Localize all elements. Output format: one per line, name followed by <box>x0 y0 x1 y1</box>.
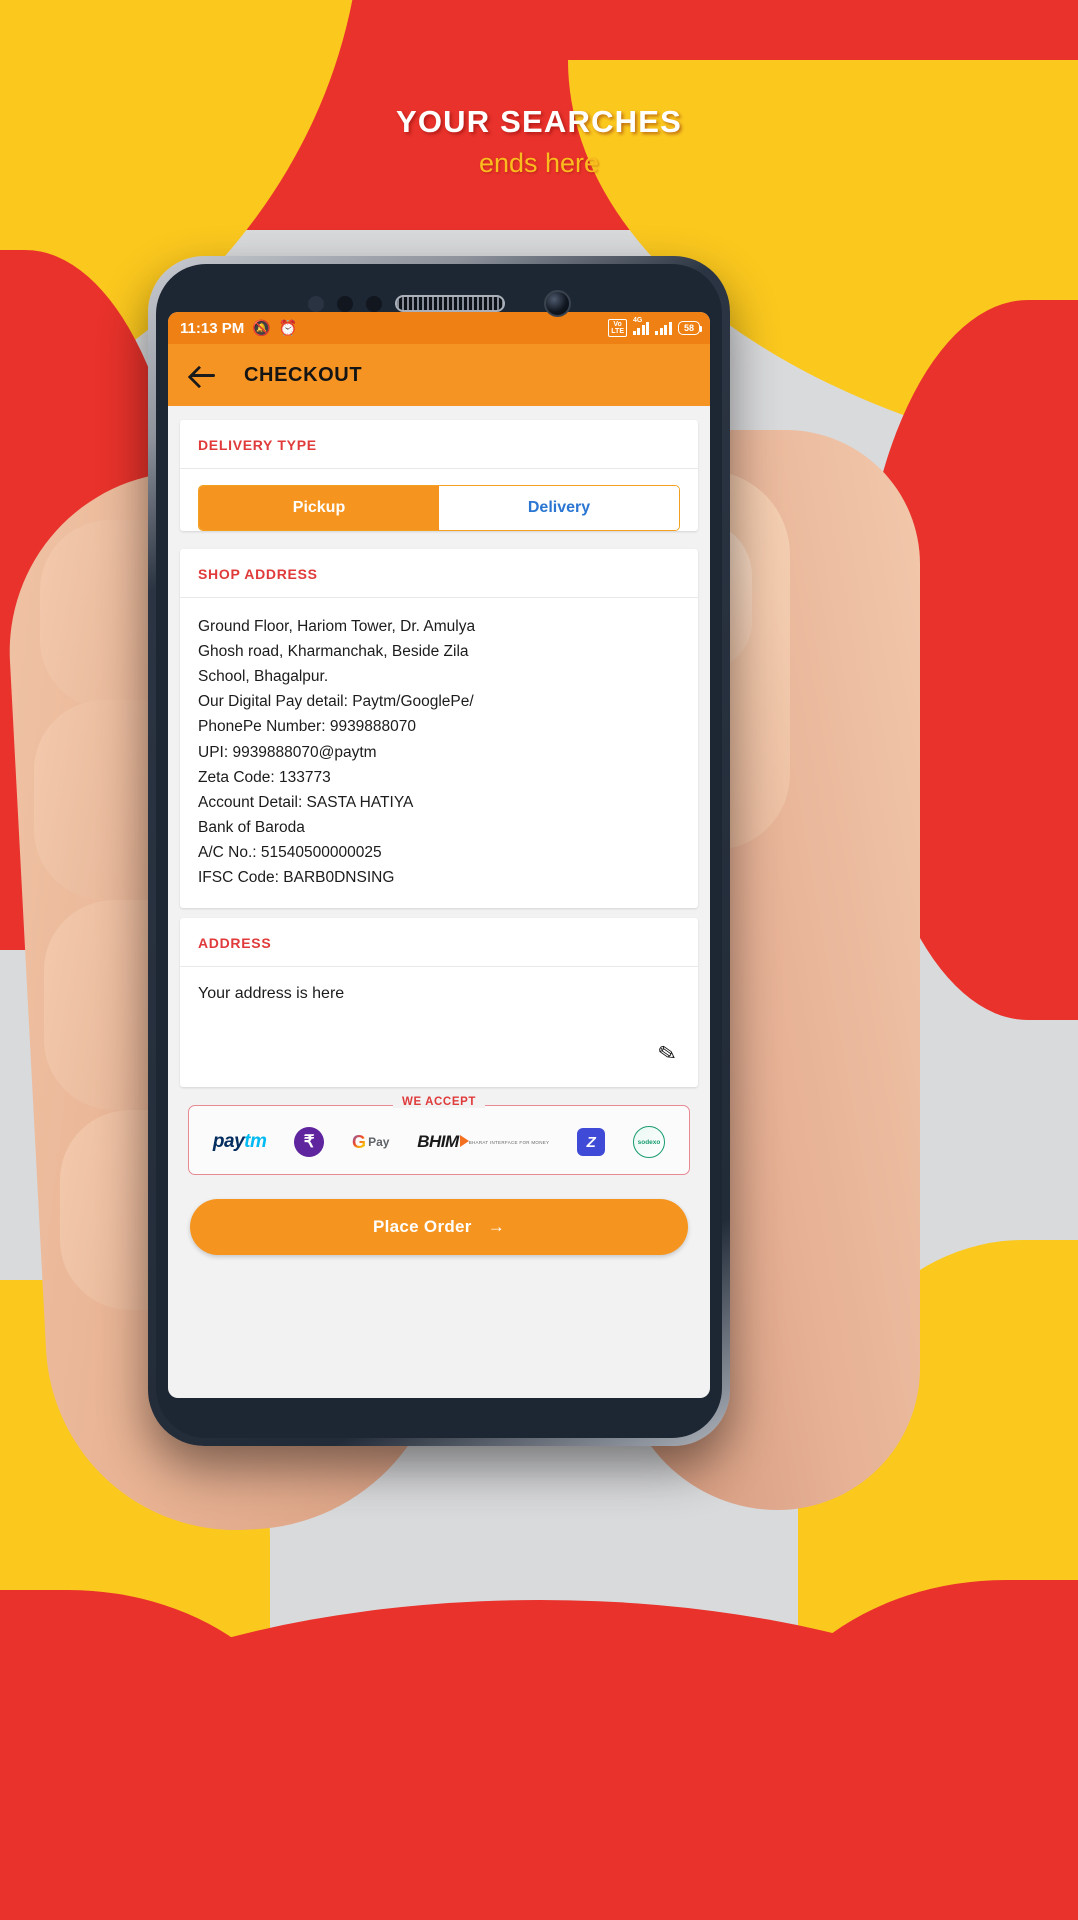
phonepe-logo-glyph: ₹ <box>294 1127 325 1158</box>
we-accept-label: WE ACCEPT <box>393 1096 485 1109</box>
paytm-logo: paytm <box>212 1131 267 1153</box>
paytm-logo-text-a: pay <box>212 1131 245 1153</box>
user-address-card: ADDRESS Your address is here ✎ <box>180 918 698 1088</box>
earpiece-speaker-icon <box>394 295 505 312</box>
phone-device: 11:13 PM 🔕 ⏰ Vo LTE 4G 58 CHECKOUT DELIV… <box>148 256 730 1446</box>
shop-address-line: School, Bhagalpur. <box>198 668 329 686</box>
app-bar: CHECKOUT <box>168 344 710 406</box>
shop-address-line: UPI: 9939888070@paytm <box>198 743 377 761</box>
delivery-type-segmented-control: Pickup Delivery <box>198 485 680 531</box>
paytm-logo-text-b: tm <box>244 1131 267 1153</box>
bell-off-icon: 🔕 <box>252 319 271 337</box>
bhim-logo: BHIM BHARAT INTERFACE FOR MONEY <box>417 1132 549 1152</box>
shop-address-line: Our Digital Pay detail: Paytm/GooglePe/ <box>198 693 474 711</box>
ir-sensor-icon <box>365 295 382 312</box>
shop-address-line: Zeta Code: 133773 <box>198 768 331 786</box>
battery-icon: 58 <box>677 321 703 335</box>
promo-title: YOUR SEARCHES <box>395 104 683 139</box>
delivery-type-card: DELIVERY TYPE Pickup Delivery <box>180 420 698 531</box>
shop-address-heading: SHOP ADDRESS <box>180 549 698 598</box>
signal-sim2-icon <box>655 321 672 335</box>
promo-subtitle: ends here <box>478 148 600 178</box>
shop-address-line: PhonePe Number: 9939888070 <box>198 718 417 736</box>
gpay-logo: G Pay <box>352 1132 389 1153</box>
zeta-logo-text: Z <box>577 1128 606 1157</box>
shop-address-line: Ground Floor, Hariom Tower, Dr. Amulya <box>198 618 476 635</box>
light-sensor-icon <box>336 295 353 312</box>
place-order-button[interactable]: Place Order → <box>190 1199 688 1256</box>
shop-address-line: IFSC Code: BARB0DNSING <box>198 869 395 887</box>
shop-address-card: SHOP ADDRESS Ground Floor, Hariom Tower,… <box>180 549 698 909</box>
gpay-logo-text-b: Pay <box>368 1135 390 1150</box>
status-bar-right: Vo LTE 4G 58 <box>608 317 703 337</box>
shop-address-body: Ground Floor, Hariom Tower, Dr. Amulya G… <box>180 598 698 908</box>
front-camera-icon <box>543 290 571 317</box>
phone-notch <box>156 290 722 317</box>
place-order-label: Place Order <box>372 1217 472 1237</box>
gpay-logo-text-a: G <box>352 1131 367 1152</box>
delivery-option-delivery[interactable]: Delivery <box>439 486 679 530</box>
user-address-body: Your address is here ✎ <box>180 967 698 1087</box>
shop-address-line: Bank of Baroda <box>198 818 305 836</box>
we-accept-logo-row: paytm ₹ G Pay BHIM BHARAT INTERFACE FOR … <box>188 1105 690 1176</box>
status-bar-time: 11:13 PM <box>180 319 245 337</box>
phone-screen: 11:13 PM 🔕 ⏰ Vo LTE 4G 58 CHECKOUT DELIV… <box>168 312 710 1398</box>
delivery-option-pickup[interactable]: Pickup <box>199 486 439 530</box>
proximity-sensor-icon <box>307 295 324 312</box>
volte-icon: Vo LTE <box>608 319 627 337</box>
we-accept-section: WE ACCEPT paytm ₹ G Pay BHIM BHARAT INTE… <box>188 1096 690 1176</box>
alarm-icon: ⏰ <box>278 319 298 337</box>
arrow-right-icon: → <box>487 1217 506 1237</box>
phonepe-logo: ₹ <box>294 1127 325 1158</box>
user-address-heading: ADDRESS <box>180 918 698 968</box>
status-bar-left: 11:13 PM 🔕 ⏰ <box>180 320 298 337</box>
shop-address-line: A/C No.: 51540500000025 <box>198 843 382 861</box>
promo-heading: YOUR SEARCHES ends here <box>0 104 1078 179</box>
bhim-logo-subtitle: BHARAT INTERFACE FOR MONEY <box>468 1140 550 1146</box>
network-type-label: 4G <box>632 317 643 324</box>
sodexo-logo-text: sodexo <box>633 1126 666 1159</box>
page-title: CHECKOUT <box>244 363 363 386</box>
back-arrow-icon[interactable] <box>188 360 218 390</box>
bhim-logo-triangle-icon <box>459 1135 469 1148</box>
shop-address-line: Ghosh road, Kharmanchak, Beside Zila <box>198 643 469 661</box>
zeta-logo: Z <box>577 1128 606 1157</box>
delivery-type-heading: DELIVERY TYPE <box>180 420 698 469</box>
bhim-logo-text: BHIM <box>417 1132 459 1152</box>
shop-address-line: Account Detail: SASTA HATIYA <box>198 793 414 811</box>
pencil-edit-icon[interactable]: ✎ <box>655 1040 678 1069</box>
signal-sim1-icon: 4G <box>632 317 650 335</box>
sodexo-logo: sodexo <box>633 1126 666 1159</box>
phone-bezel: 11:13 PM 🔕 ⏰ Vo LTE 4G 58 CHECKOUT DELIV… <box>156 264 722 1438</box>
user-address-value: Your address is here <box>198 985 345 1003</box>
checkout-content: DELIVERY TYPE Pickup Delivery SHOP ADDRE… <box>168 406 710 1398</box>
